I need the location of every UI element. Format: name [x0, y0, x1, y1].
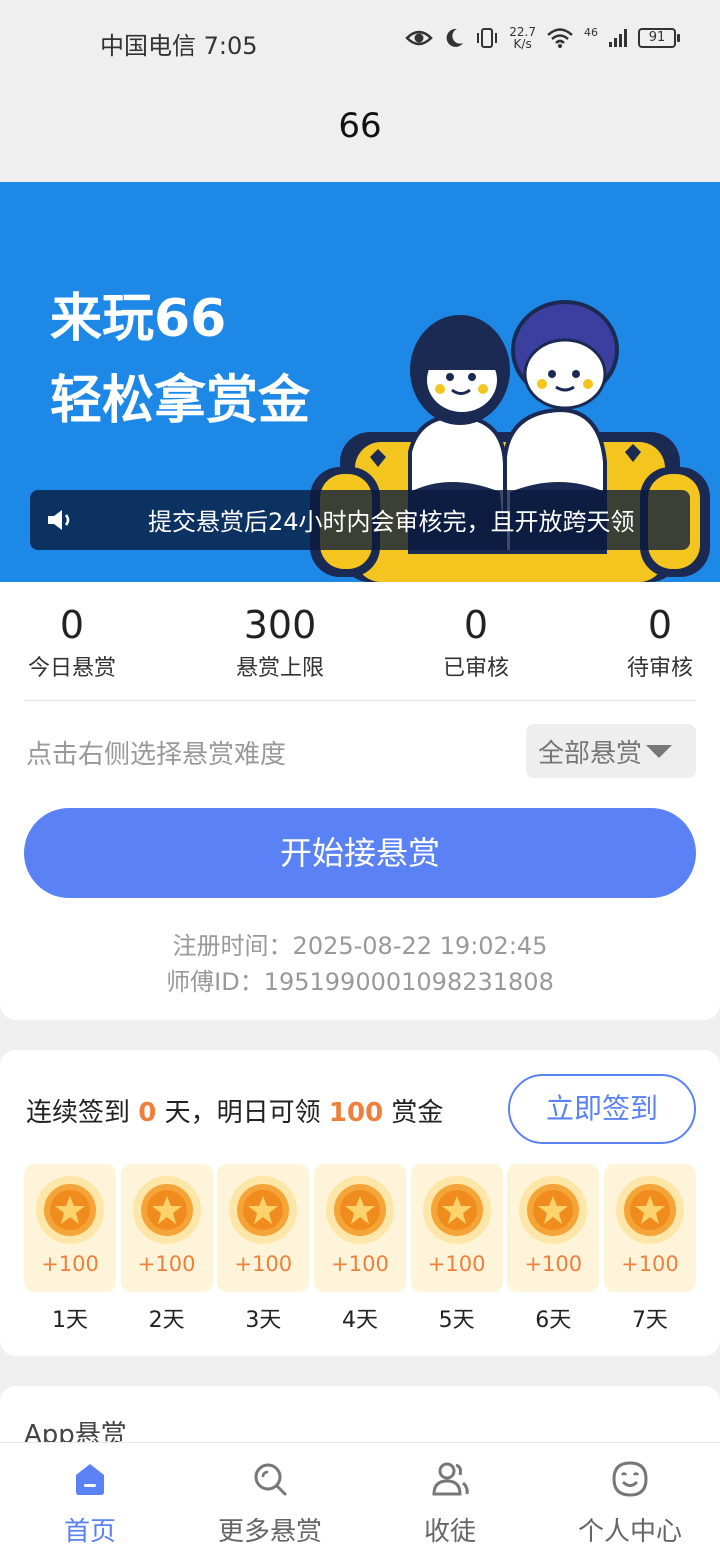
notice-marquee[interactable]: 提交悬赏后24小时内会审核完，且开放跨天领: [30, 490, 690, 550]
day-reward: +100: [621, 1252, 679, 1276]
vibrate-icon: [477, 28, 498, 48]
checkin-button[interactable]: 立即签到: [508, 1074, 696, 1144]
master-id: 师傅ID：1951990001098231808: [166, 968, 554, 996]
day-reward: +100: [331, 1252, 389, 1276]
header: 66: [0, 84, 720, 182]
day-reward: +100: [234, 1252, 293, 1276]
coin-star-icon: [615, 1176, 684, 1244]
home-icon: [76, 1464, 104, 1495]
checkin-day-tile: +100: [313, 1164, 406, 1292]
checkin-days: +100 1天 +100 2天 +100 3天 +100 4天 +100 5天 +100 6天 +100…: [24, 1164, 696, 1334]
nav-profile[interactable]: 个人中心: [540, 1443, 720, 1560]
promo-banner[interactable]: 来玩66 轻松拿赏金 提交悬赏后24小时内会审核完，且开放跨天领: [0, 182, 720, 582]
signal-icon: [609, 29, 627, 47]
moon-icon: [446, 28, 464, 47]
status-icons: 22.7 K/s 46 91: [405, 26, 680, 50]
stat-label: 待审核: [626, 656, 693, 681]
signal-type: 46: [584, 26, 598, 39]
day-label: 2天: [148, 1308, 185, 1333]
battery-icon: 91: [638, 28, 680, 48]
checkin-day-tile: +100: [507, 1164, 600, 1292]
difficulty-select-value: 全部悬赏: [538, 738, 643, 769]
streak-days: 0: [138, 1098, 157, 1128]
eye-icon: [405, 30, 434, 46]
checkin-day-tile: +100: [24, 1164, 116, 1292]
coin-star-icon: [519, 1176, 588, 1244]
checkin-day: +100 7天: [603, 1164, 696, 1334]
checkin-day-tile: +100: [603, 1164, 696, 1292]
day-label: 7天: [631, 1308, 668, 1333]
checkin-day-tile: +100: [120, 1164, 213, 1292]
stat-label: 已审核: [442, 656, 509, 681]
day-reward: +100: [41, 1252, 99, 1276]
difficulty-hint: 点击右侧选择悬赏难度: [26, 740, 287, 770]
checkin-card: 连续签到 0 天，明日可领 100 赏金 立即签到 +100 1天 +100 2天 +1…: [0, 1050, 720, 1356]
start-bounty-button[interactable]: 开始接悬赏: [24, 808, 696, 898]
nav-label: 个人中心: [577, 1517, 682, 1547]
nav-apprentice[interactable]: 收徒: [360, 1443, 540, 1560]
checkin-day: +100 1天: [24, 1164, 116, 1334]
stat-pending: 0 待审核: [614, 602, 706, 682]
tomorrow-reward: 100: [328, 1098, 384, 1128]
stat-value: 0: [463, 603, 489, 647]
day-label: 5天: [438, 1308, 475, 1333]
divider: [24, 700, 696, 701]
net-speed: 22.7 K/s: [509, 25, 536, 51]
banner-headline-1: 来玩66: [50, 289, 227, 349]
wifi-icon: [547, 28, 573, 48]
stat-value: 300: [243, 603, 317, 647]
checkin-day: +100 3天: [217, 1164, 310, 1334]
day-label: 4天: [341, 1308, 378, 1333]
day-label: 6天: [535, 1308, 572, 1333]
speaker-icon: [48, 510, 70, 530]
stat-today: 0 今日悬赏: [20, 602, 124, 682]
checkin-day-tile: +100: [217, 1164, 310, 1292]
checkin-summary: 连续签到 0 天，明日可领 100 赏金: [26, 1098, 444, 1128]
checkin-day: +100 4天: [313, 1164, 406, 1334]
nav-label: 收徒: [423, 1517, 476, 1547]
nav-label: 更多悬赏: [217, 1517, 322, 1547]
stat-value: 0: [647, 603, 673, 647]
nav-home[interactable]: 首页: [0, 1443, 180, 1560]
users-icon: [432, 1462, 469, 1496]
page-title: 66: [338, 106, 382, 146]
nav-more-bounties[interactable]: 更多悬赏: [180, 1443, 360, 1560]
day-label: 1天: [52, 1308, 88, 1333]
coin-star-icon: [229, 1176, 298, 1244]
carrier-time: 中国电信 7:05: [100, 32, 258, 60]
banner-headline-2: 轻松拿赏金: [50, 371, 311, 431]
stat-value: 0: [59, 603, 85, 647]
checkin-day: +100 6天: [507, 1164, 600, 1334]
coin-star-icon: [325, 1176, 394, 1244]
face-icon: [612, 1461, 648, 1497]
day-reward: +100: [137, 1252, 196, 1276]
stat-limit: 300 悬赏上限: [228, 602, 332, 682]
stat-label: 今日悬赏: [27, 656, 116, 681]
checkin-day: +100 5天: [410, 1164, 503, 1334]
coin-star-icon: [422, 1176, 491, 1244]
bounty-summary-card: 0 今日悬赏 300 悬赏上限 0 已审核 0 待审核 点击右侧选择悬赏难度 全…: [0, 582, 720, 1020]
day-reward: +100: [427, 1252, 486, 1276]
caret-down-icon: [646, 744, 673, 758]
status-bar: 中国电信 7:05 22.7 K/s 46 91: [0, 0, 720, 84]
stat-label: 悬赏上限: [235, 656, 324, 681]
search-icon: [254, 1463, 287, 1496]
coin-star-icon: [36, 1176, 104, 1244]
difficulty-select[interactable]: 全部悬赏: [526, 724, 696, 778]
checkin-day-tile: +100: [410, 1164, 503, 1292]
day-label: 3天: [245, 1308, 282, 1333]
bottom-nav: 首页 更多悬赏 收徒 个人中心: [0, 1442, 720, 1560]
register-time: 注册时间：2025-08-22 19:02:45: [172, 932, 548, 960]
checkin-day: +100 2天: [120, 1164, 213, 1334]
notice-text: 提交悬赏后24小时内会审核完，且开放跨天领: [148, 508, 635, 536]
coin-star-icon: [132, 1176, 201, 1244]
stat-reviewed: 0 已审核: [430, 602, 522, 682]
nav-label: 首页: [63, 1517, 116, 1547]
day-reward: +100: [524, 1252, 583, 1276]
